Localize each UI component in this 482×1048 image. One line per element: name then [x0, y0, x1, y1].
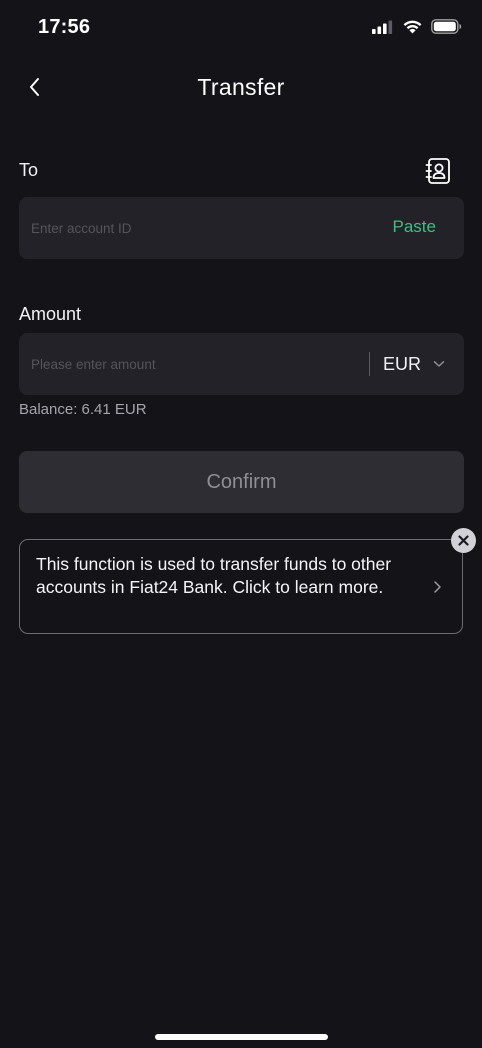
close-button[interactable] [451, 528, 476, 553]
status-icons [372, 19, 462, 34]
info-card[interactable]: This function is used to transfer funds … [19, 539, 463, 634]
balance-text: Balance: 6.41 EUR [19, 401, 147, 418]
wifi-icon [403, 20, 422, 34]
header: Transfer [0, 62, 482, 112]
cellular-signal-icon [372, 20, 393, 34]
amount-input[interactable] [31, 333, 351, 395]
to-label: To [19, 160, 39, 180]
transfer-screen: 17:56 Transfer To Enter account ID Paste… [0, 0, 482, 1048]
info-text: This function is used to transfer funds … [36, 554, 392, 597]
confirm-button[interactable]: Confirm [19, 451, 464, 513]
status-time: 17:56 [38, 16, 91, 38]
amount-label: Amount [19, 304, 82, 324]
currency-select[interactable]: EUR [383, 351, 445, 377]
chevron-right-icon [434, 581, 441, 593]
contacts-button[interactable] [422, 155, 454, 187]
page-title: Transfer [197, 74, 285, 100]
contact-book-icon [425, 158, 450, 184]
close-icon [458, 535, 469, 546]
currency-value: EUR [383, 353, 422, 374]
paste-button[interactable]: Paste [393, 217, 436, 237]
status-bar: 17:56 [0, 0, 482, 56]
battery-icon [431, 19, 462, 34]
currency-divider [369, 352, 370, 376]
account-id-input[interactable] [31, 197, 351, 259]
home-indicator[interactable] [155, 1034, 328, 1040]
amount-box: EUR [19, 333, 464, 395]
chevron-down-icon [433, 361, 445, 367]
account-id-box: Paste [19, 197, 464, 259]
